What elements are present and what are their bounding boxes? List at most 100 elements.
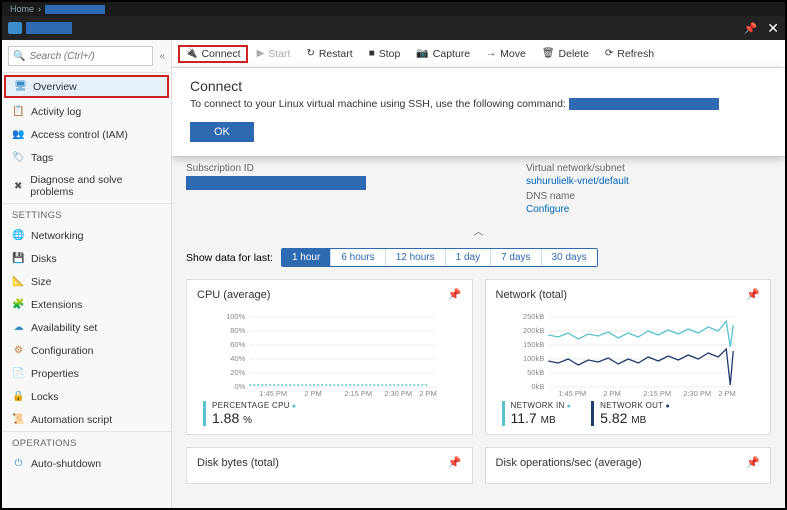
dns-link[interactable]: Configure	[526, 204, 629, 215]
sidebar-item-auto-shutdown[interactable]: ⏻Auto-shutdown	[2, 452, 171, 475]
svg-text:60%: 60%	[230, 340, 245, 349]
svg-text:2:30 PM: 2:30 PM	[384, 389, 412, 397]
connect-panel-text: To connect to your Linux virtual machine…	[190, 98, 767, 110]
svg-text:80%: 80%	[230, 326, 245, 335]
range-6-hours[interactable]: 6 hours	[331, 249, 385, 266]
sidebar-item-icon: 📐	[12, 275, 25, 288]
pin-icon[interactable]: 📌	[746, 456, 760, 469]
chart-disk-ops: Disk operations/sec (average) 📌	[485, 447, 772, 484]
sidebar-item-label: Availability set	[31, 322, 97, 334]
chart-network-title: Network (total)	[496, 289, 568, 301]
restart-icon: ↻	[306, 48, 314, 59]
search-input[interactable]: 🔍	[8, 46, 153, 66]
sidebar-item-availability-set[interactable]: ☁ Availability set	[2, 316, 171, 339]
sidebar-item-icon: 🌐	[12, 229, 25, 242]
sidebar-item-icon: 🧩	[12, 298, 25, 311]
svg-text:1:45 PM: 1:45 PM	[259, 389, 287, 397]
sidebar-item-automation-script[interactable]: 📜Automation script	[2, 408, 171, 431]
sidebar-item-icon: 🏷	[12, 151, 25, 164]
restart-button[interactable]: ↻Restart	[299, 45, 359, 63]
sidebar-item-label: Activity log	[31, 106, 81, 118]
sidebar-item-icon: ⚙	[12, 344, 25, 357]
svg-text:100kB: 100kB	[522, 354, 543, 363]
stop-button[interactable]: ■Stop	[362, 45, 408, 63]
sidebar-item-icon: 📜	[12, 413, 25, 426]
connect-button[interactable]: 🔌Connect	[178, 45, 248, 63]
search-icon: 🔍	[13, 51, 25, 62]
vnet-link[interactable]: suhurulielk-vnet/default	[526, 176, 629, 187]
svg-text:2:15 PM: 2:15 PM	[344, 389, 372, 397]
chart-cpu: CPU (average) 📌 100% 80% 60% 40% 20% 0%	[186, 279, 473, 435]
delete-button[interactable]: 🗑Delete	[535, 45, 596, 63]
sidebar-item-tags[interactable]: 🏷 Tags	[2, 146, 171, 169]
refresh-icon: ⟳	[605, 48, 613, 59]
sidebar-item-label: Properties	[31, 368, 79, 380]
range-1-day[interactable]: 1 day	[446, 249, 491, 266]
range-30-days[interactable]: 30 days	[542, 249, 597, 266]
sidebar-item-icon: ☁	[12, 321, 25, 334]
sidebar-item-label: Extensions	[31, 299, 82, 311]
svg-text:150kB: 150kB	[522, 340, 543, 349]
svg-text:2 PM: 2 PM	[304, 389, 322, 397]
svg-text:2:15 PM: 2:15 PM	[643, 389, 671, 397]
collapse-chevron-icon[interactable]: ︿	[186, 223, 771, 238]
sidebar-item-icon: 📋	[12, 105, 25, 118]
range-selector: 1 hour6 hours12 hours1 day7 days30 days	[281, 248, 598, 267]
sidebar: 🔍 « 🖥Overview 📋 Activity log 👥Access contro…	[2, 40, 172, 508]
connect-panel-title: Connect	[190, 78, 767, 94]
range-7-days[interactable]: 7 days	[491, 249, 541, 266]
move-button[interactable]: →Move	[479, 45, 533, 63]
sidebar-item-configuration[interactable]: ⚙Configuration	[2, 339, 171, 362]
chart-disk-bytes: Disk bytes (total) 📌	[186, 447, 473, 484]
dns-label: DNS name	[526, 191, 629, 202]
svg-text:250kB: 250kB	[522, 312, 543, 321]
pin-icon[interactable]: 📌	[744, 22, 758, 35]
sidebar-item-properties[interactable]: 📄Properties	[2, 362, 171, 385]
svg-text:2:30 PM: 2:30 PM	[683, 389, 711, 397]
capture-icon: 📷	[416, 48, 428, 59]
svg-text:2 PM: 2 PM	[419, 389, 437, 397]
sidebar-item-disks[interactable]: 💾Disks	[2, 247, 171, 270]
sidebar-item-label: Auto-shutdown	[31, 458, 101, 470]
sidebar-item-label: Access control (IAM)	[31, 129, 128, 141]
sidebar-item-label: Diagnose and solve problems	[30, 174, 161, 198]
sidebar-item-overview[interactable]: 🖥Overview	[4, 75, 169, 98]
sidebar-item-extensions[interactable]: 🧩 Extensions	[2, 293, 171, 316]
collapse-icon[interactable]: «	[159, 51, 165, 62]
close-icon[interactable]: ✕	[767, 20, 779, 37]
svg-text:50kB: 50kB	[527, 368, 544, 377]
play-icon: ▶	[257, 48, 265, 59]
range-1-hour[interactable]: 1 hour	[282, 249, 331, 266]
sidebar-item-locks[interactable]: 🔒Locks	[2, 385, 171, 408]
sidebar-item-size[interactable]: 📐Size	[2, 270, 171, 293]
chart-cpu-title: CPU (average)	[197, 289, 270, 301]
start-button[interactable]: ▶Start	[250, 45, 298, 63]
main: 🔌Connect ▶Start ↻Restart ■Stop 📷Capture …	[172, 40, 785, 508]
sidebar-item-label: Tags	[31, 152, 53, 164]
chart-disk-ops-title: Disk operations/sec (average)	[496, 457, 642, 469]
pin-icon[interactable]: 📌	[746, 288, 760, 301]
vnet-label: Virtual network/subnet	[526, 163, 629, 174]
range-label: Show data for last:	[186, 252, 273, 264]
svg-text:40%: 40%	[230, 354, 245, 363]
refresh-button[interactable]: ⟳Refresh	[598, 45, 661, 63]
sidebar-item-diagnose-and-solve-problems[interactable]: ✖Diagnose and solve problems	[2, 169, 171, 203]
pin-icon[interactable]: 📌	[448, 456, 462, 469]
svg-text:2 PM: 2 PM	[603, 389, 621, 397]
breadcrumb-home[interactable]: Home	[10, 4, 34, 14]
breadcrumb-current[interactable]	[45, 5, 105, 14]
svg-text:20%: 20%	[230, 368, 245, 377]
ok-button[interactable]: OK	[190, 122, 254, 142]
range-12-hours[interactable]: 12 hours	[386, 249, 446, 266]
svg-text:200kB: 200kB	[522, 326, 543, 335]
chart-network: Network (total) 📌 250kB 200kB 150kB 100k…	[485, 279, 772, 435]
capture-button[interactable]: 📷Capture	[409, 45, 477, 63]
sidebar-header-settings: SETTINGS	[2, 203, 171, 224]
pin-icon[interactable]: 📌	[448, 288, 462, 301]
stop-icon: ■	[369, 48, 375, 59]
sidebar-item-networking[interactable]: 🌐Networking	[2, 224, 171, 247]
svg-text:1:45 PM: 1:45 PM	[558, 389, 586, 397]
sidebar-item-access-control-iam-[interactable]: 👥Access control (IAM)	[2, 123, 171, 146]
sidebar-item-activity-log[interactable]: 📋 Activity log	[2, 100, 171, 123]
sidebar-item-label: Disks	[31, 253, 57, 265]
